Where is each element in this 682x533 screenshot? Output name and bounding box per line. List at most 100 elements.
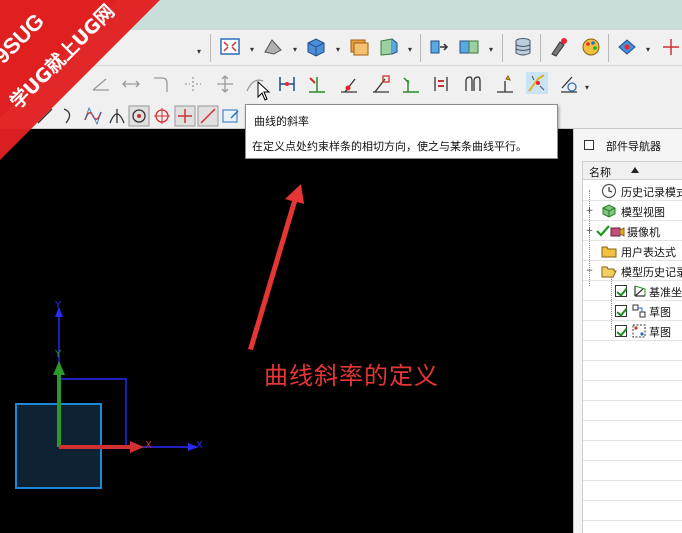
tree-item-label: 基准坐标系 (649, 286, 682, 299)
parallel-constraint-icon[interactable] (558, 73, 580, 95)
equal-radius-icon[interactable] (462, 73, 484, 95)
coincident-icon[interactable] (306, 73, 328, 95)
navigator-header: 部件导航器 (574, 135, 682, 155)
point-on-line-icon[interactable] (197, 105, 219, 127)
point-on-curve-icon[interactable] (338, 73, 360, 95)
datum-x-label: X (196, 440, 203, 451)
tree-item-user-expressions[interactable]: 用户表达式 (583, 241, 682, 261)
sketch-y-label: Y (55, 349, 62, 360)
fillet-icon[interactable] (150, 73, 172, 95)
point-on-string-icon[interactable] (370, 73, 392, 95)
move-object-icon[interactable] (428, 36, 450, 58)
expand-icon[interactable]: + (585, 207, 594, 216)
graphics-canvas[interactable]: Y Y X X (0, 129, 573, 533)
assembly-dropdown-icon[interactable]: ▾ (489, 46, 496, 54)
app-window: ▾ ▾ ▾ ▾ ▾ ▾ ▾ ▾ Y Y X X 曲线斜率的定义 曲线的斜率 在定… (0, 0, 682, 533)
slope-of-curve-active-icon[interactable] (526, 72, 548, 94)
note-icon[interactable] (220, 105, 242, 127)
horizontal-distance-icon[interactable] (120, 73, 142, 95)
layer-icon[interactable] (348, 36, 370, 58)
toolbar-row-2: ▾ (0, 66, 682, 102)
visibility-checkbox[interactable] (615, 285, 627, 297)
folder-open-icon (601, 266, 617, 278)
empty-row (583, 501, 682, 521)
cube-dropdown-icon[interactable]: ▾ (336, 46, 343, 54)
spline-icon[interactable] (82, 105, 104, 127)
annotation-text: 曲线斜率的定义 (264, 362, 439, 390)
datum-y-label: Y (55, 300, 62, 311)
fixed-icon[interactable] (494, 73, 516, 95)
empty-row (583, 461, 682, 481)
tree-item-cameras[interactable]: + 摄像机 (583, 221, 682, 241)
canvas-drawing (15, 184, 304, 489)
visibility-checkbox[interactable] (615, 325, 627, 337)
perpendicular-icon[interactable] (276, 73, 298, 95)
tree-item-model-views[interactable]: + 模型视图 (583, 201, 682, 221)
tree-item-sketch-1[interactable]: 草图 (583, 301, 682, 321)
constraint-dropdown-icon[interactable]: ▾ (585, 84, 592, 92)
datum-csys-icon (634, 285, 646, 297)
model-views-icon (602, 204, 616, 218)
tooltip: 曲线的斜率 在定义点处约束样条的相切方向，使之与某条曲线平行。 (245, 104, 558, 159)
sketch-x-arrow (130, 441, 144, 453)
tooltip-description: 在定义点处约束样条的相切方向，使之与某条曲线平行。 (252, 140, 527, 153)
navigator-pin-checkbox[interactable] (584, 140, 594, 150)
assembly-icon[interactable] (458, 36, 480, 58)
brush-icon[interactable] (548, 36, 570, 58)
quadrant-icon[interactable] (151, 105, 173, 127)
shading-dropdown-icon[interactable]: ▾ (293, 46, 300, 54)
tree-item-label: 摄像机 (627, 226, 660, 239)
empty-row (583, 401, 682, 421)
expand-icon[interactable]: + (585, 227, 594, 236)
sketch-y-arrow (53, 361, 65, 375)
camera-icon (610, 227, 625, 237)
tooltip-title: 曲线的斜率 (254, 115, 309, 128)
symmetric-icon[interactable] (182, 73, 204, 95)
fit-dropdown-icon[interactable]: ▾ (250, 46, 257, 54)
title-strip (0, 0, 682, 30)
circle-center-icon[interactable] (128, 105, 150, 127)
intersection-icon[interactable] (106, 105, 128, 127)
snap-point-icon[interactable] (616, 36, 638, 58)
tree-item-history-mode[interactable]: 历史记录模式 (583, 181, 682, 201)
tree-item-model-history[interactable]: − 模型历史记录 (583, 261, 682, 281)
fit-view-icon[interactable] (219, 36, 241, 58)
tree-item-label: 模型视图 (621, 206, 665, 219)
equal-length-icon[interactable] (430, 73, 452, 95)
tree-item-label: 用户表达式 (621, 246, 676, 259)
tangent-icon[interactable] (400, 73, 422, 95)
angle-constraint-icon[interactable] (90, 73, 112, 95)
database-icon[interactable] (512, 36, 534, 58)
separator (210, 34, 211, 62)
solid-cube-icon[interactable] (305, 36, 327, 58)
separator (540, 34, 541, 62)
line-icon[interactable] (34, 105, 56, 127)
cross-point-icon[interactable] (174, 105, 196, 127)
shading-icon[interactable] (262, 36, 284, 58)
tree-item-label: 模型历史记录 (621, 266, 682, 279)
arc-icon[interactable] (58, 105, 80, 127)
tree-item-label: 草图 (649, 326, 671, 339)
move-icon[interactable] (214, 73, 236, 95)
search-dropdown-icon[interactable]: ▾ (197, 48, 204, 56)
separator (420, 34, 421, 62)
sort-ascending-icon[interactable] (631, 167, 639, 173)
view-dropdown-icon[interactable]: ▾ (408, 46, 415, 54)
collapse-icon[interactable]: − (585, 267, 594, 276)
empty-row (583, 381, 682, 401)
sketch-icon (632, 324, 646, 338)
navigator-tree: 名称 历史记录模式 + 模型视图 + 摄像机 用户表达式 − 模型历史记录 基准… (582, 161, 682, 533)
empty-row (583, 341, 682, 361)
cross-icon[interactable] (660, 36, 682, 58)
tree-item-label: 历史记录模式 (621, 186, 682, 199)
tree-item-sketch-2[interactable]: 草图 (583, 321, 682, 341)
palette-icon[interactable] (580, 36, 602, 58)
empty-row (583, 361, 682, 381)
snap-dropdown-icon[interactable]: ▾ (646, 46, 653, 54)
toolbar-row-1: ▾ ▾ ▾ ▾ ▾ ▾ ▾ (0, 30, 682, 89)
folder-icon (601, 246, 617, 258)
tree-item-datum-csys[interactable]: 基准坐标系 (583, 281, 682, 301)
view-section-icon[interactable] (378, 36, 400, 58)
visibility-checkbox[interactable] (615, 305, 627, 317)
name-column-header[interactable]: 名称 (583, 162, 682, 180)
